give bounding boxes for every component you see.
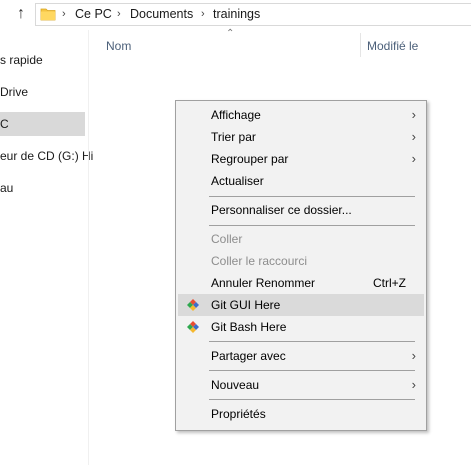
- menu-item-git-bash[interactable]: Git Bash Here: [178, 316, 424, 338]
- submenu-arrow-icon: ›: [411, 129, 416, 144]
- menu-item-personnaliser[interactable]: Personnaliser ce dossier...: [178, 199, 424, 221]
- pane-divider[interactable]: [88, 30, 89, 465]
- column-header-modified[interactable]: Modifié le: [367, 37, 418, 55]
- menu-item-git-gui[interactable]: Git GUI Here: [178, 294, 424, 316]
- menu-separator: [209, 196, 415, 197]
- git-icon: [187, 299, 199, 311]
- menu-item-affichage[interactable]: Affichage ›: [178, 104, 424, 126]
- submenu-arrow-icon: ›: [411, 107, 416, 122]
- column-divider[interactable]: [360, 33, 361, 57]
- breadcrumb-documents[interactable]: Documents: [130, 5, 193, 23]
- menu-item-actualiser[interactable]: Actualiser: [178, 170, 424, 192]
- submenu-arrow-icon: ›: [411, 151, 416, 166]
- column-header-name[interactable]: Nom: [106, 37, 131, 55]
- breadcrumb-trainings[interactable]: trainings: [213, 5, 260, 23]
- menu-item-partager-avec[interactable]: Partager avec ›: [178, 345, 424, 367]
- nav-item-quick-access[interactable]: s rapide: [0, 49, 43, 71]
- nav-item-onedrive[interactable]: Drive: [0, 81, 28, 103]
- nav-item-selected-bg: [0, 112, 85, 136]
- nav-item-cd-drive[interactable]: eur de CD (G:) Hi: [0, 145, 93, 167]
- submenu-arrow-icon: ›: [411, 377, 416, 392]
- submenu-arrow-icon: ›: [411, 348, 416, 363]
- breadcrumb-chevron-icon[interactable]: ›: [201, 5, 205, 23]
- menu-item-coller: Coller: [211, 232, 243, 246]
- up-arrow-icon[interactable]: ↑: [11, 3, 31, 25]
- menu-item-proprietes[interactable]: Propriétés: [178, 403, 424, 425]
- menu-separator: [209, 341, 415, 342]
- git-icon: [187, 321, 199, 333]
- menu-item-trier-par[interactable]: Trier par ›: [178, 126, 424, 148]
- menu-item-regrouper-par[interactable]: Regrouper par ›: [178, 148, 424, 170]
- nav-item-this-pc[interactable]: C: [0, 113, 9, 135]
- nav-item-network[interactable]: au: [0, 177, 13, 199]
- menu-separator: [209, 370, 415, 371]
- breadcrumb-ce-pc[interactable]: Ce PC: [75, 5, 112, 23]
- folder-icon: [40, 8, 56, 21]
- menu-item-coller-raccourci: Coller le raccourci: [211, 254, 308, 268]
- breadcrumb-chevron-icon[interactable]: ›: [117, 5, 121, 23]
- menu-item-nouveau[interactable]: Nouveau ›: [178, 374, 424, 396]
- sort-ascending-icon: ⌃: [226, 28, 235, 39]
- menu-separator: [209, 399, 415, 400]
- address-bar-row: ↑ › Ce PC › Documents › trainings: [0, 0, 471, 30]
- context-menu: Affichage › Trier par › Regrouper par › …: [175, 100, 427, 431]
- menu-item-annuler-renommer[interactable]: Annuler Renommer Ctrl+Z: [178, 272, 424, 294]
- menu-separator: [209, 225, 415, 226]
- breadcrumb-chevron-icon[interactable]: ›: [62, 5, 66, 23]
- shortcut-label: Ctrl+Z: [373, 276, 406, 290]
